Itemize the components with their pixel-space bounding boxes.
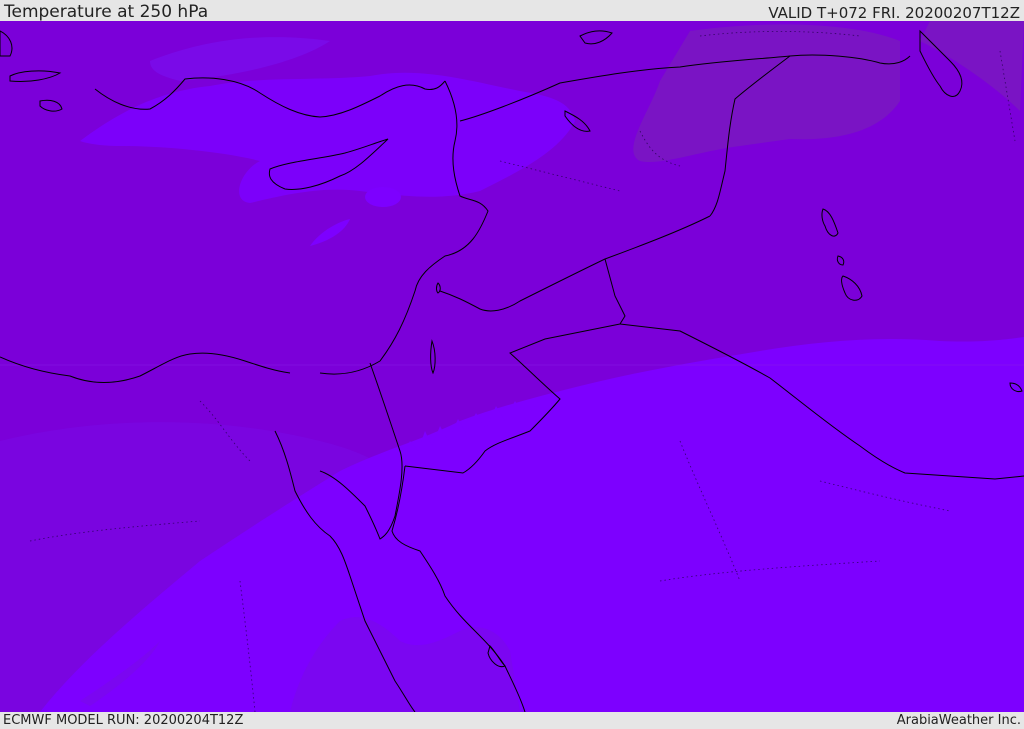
valid-time: VALID T+072 FRI. 20200207T12Z	[768, 4, 1020, 22]
footer-bar: ECMWF MODEL RUN: 20200204T12Z ArabiaWeat…	[0, 712, 1024, 729]
brand-label: ArabiaWeather Inc.	[896, 713, 1021, 728]
map-canvas	[0, 21, 1024, 712]
header-bar: Temperature at 250 hPa VALID T+072 FRI. …	[0, 0, 1024, 21]
map-title: Temperature at 250 hPa	[4, 2, 209, 22]
temperature-zone-blob	[365, 187, 401, 207]
weather-map[interactable]	[0, 21, 1024, 712]
model-run-label: ECMWF MODEL RUN: 20200204T12Z	[3, 713, 244, 728]
